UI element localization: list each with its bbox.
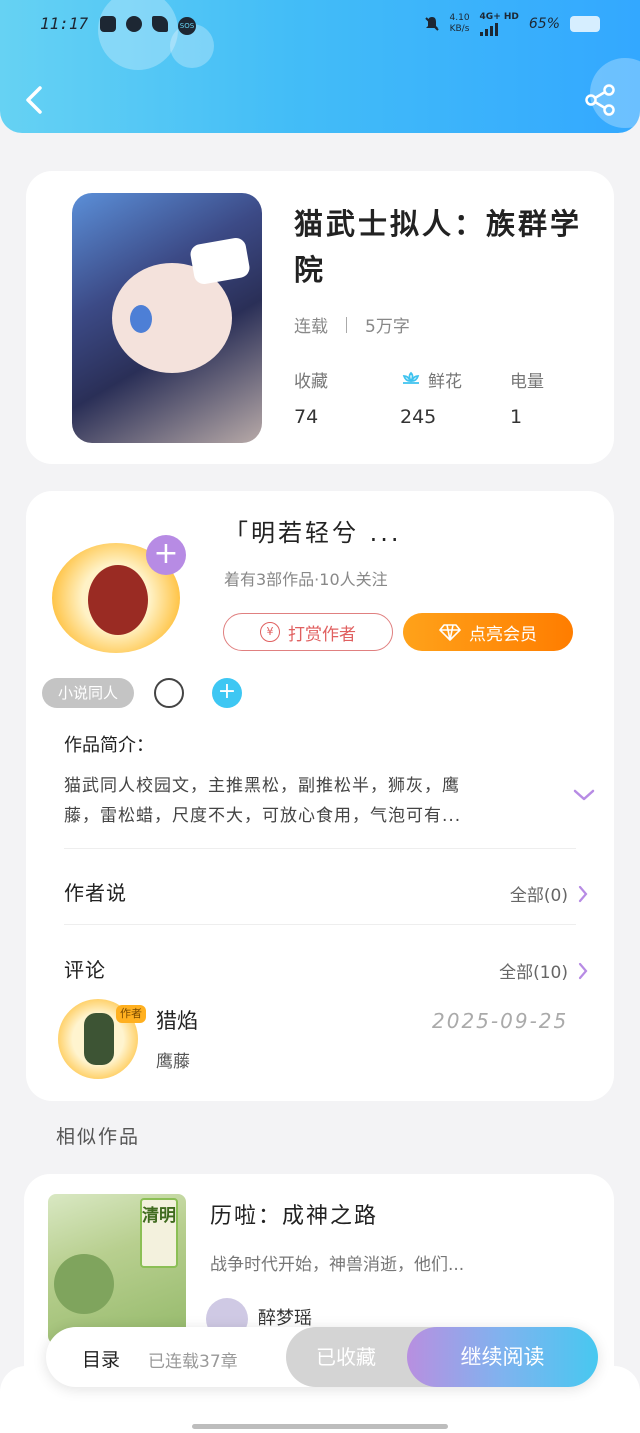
book-info-card: 猫武士拟人：族群学院 连载 5万字 收藏 74 鲜花 245 电量 1 xyxy=(26,171,614,464)
book-cover[interactable] xyxy=(72,193,262,443)
call-icon xyxy=(152,16,168,32)
app-icon xyxy=(126,16,142,32)
book-word-count: 5万字 xyxy=(365,317,410,337)
battery-icon xyxy=(570,16,600,32)
bottom-action-bar: 目录 已连载37章 已收藏 继续阅读 xyxy=(46,1327,598,1387)
expand-chevron-icon[interactable] xyxy=(572,787,596,803)
message-icon xyxy=(100,16,116,32)
intro-text: 猫武同人校园文，主推黑松，副推松半，狮灰，鹰 藤，雷松蜡，尺度不大，可放心食用，… xyxy=(64,771,544,831)
divider xyxy=(64,924,576,925)
mute-bell-icon xyxy=(424,17,439,31)
serial-progress: 已连载37章 xyxy=(148,1352,238,1372)
stat-label: 电量 xyxy=(510,372,544,392)
vip-button[interactable]: 点亮会员 xyxy=(403,613,573,651)
similar-work-desc: 战争时代开始，神兽消逝，他们... xyxy=(210,1255,465,1275)
tag-chip[interactable]: 小说同人 xyxy=(42,678,135,708)
book-stats: 收藏 74 鲜花 245 电量 1 xyxy=(294,367,584,437)
divider xyxy=(64,848,576,849)
net-speed-unit: KB/s xyxy=(449,24,470,34)
network-type: 4G+ HD xyxy=(479,12,519,36)
book-meta: 连载 5万字 xyxy=(294,312,410,337)
comment-date: 2025-09-25 xyxy=(432,1009,569,1033)
signal-icon xyxy=(479,22,519,36)
share-icon[interactable] xyxy=(582,82,618,118)
author-summary: 着有3部作品·10人关注 xyxy=(224,570,388,589)
book-title: 猫武士拟人：族群学院 xyxy=(294,207,583,287)
flower-icon xyxy=(402,371,420,384)
back-arrow-icon[interactable] xyxy=(20,80,50,120)
stat-label: 鲜花 xyxy=(428,372,462,392)
vip-label: 点亮会员 xyxy=(469,624,537,645)
intro-line: 猫武同人校园文，主推黑松，副推松半，狮灰，鹰 xyxy=(64,776,460,796)
stat-value: 245 xyxy=(400,406,437,428)
sos-icon: SOS xyxy=(178,17,196,35)
tag-row: 小说同人 + xyxy=(42,677,243,709)
yen-icon: ¥ xyxy=(260,622,280,642)
tip-author-label: 打赏作者 xyxy=(288,624,356,645)
stat-favorites: 收藏 74 xyxy=(294,367,328,428)
toc-button[interactable]: 目录 xyxy=(82,1345,120,1372)
tip-author-button[interactable]: ¥ 打赏作者 xyxy=(223,613,393,651)
intro-line: 藤，雷松蜡，尺度不大，可放心食用，气泡可有... xyxy=(64,806,462,826)
continue-reading-button[interactable]: 继续阅读 xyxy=(407,1327,598,1387)
comments-all-label: 全部(10) xyxy=(499,963,568,983)
cover-art-eye xyxy=(130,305,152,333)
stat-value: 1 xyxy=(510,406,523,428)
avatar-art xyxy=(84,1013,114,1065)
battery-percent: 65% xyxy=(528,16,560,32)
comment-text[interactable]: 鹰藤 xyxy=(156,1047,190,1072)
comments-all-link[interactable]: 全部(10) xyxy=(499,958,588,983)
add-tag-button[interactable]: + xyxy=(212,678,243,708)
net-speed-value: 4.10 xyxy=(449,13,470,23)
commenter-name[interactable]: 猎焰 xyxy=(156,1005,198,1035)
chevron-right-icon xyxy=(578,962,588,979)
intro-title: 作品简介： xyxy=(64,735,154,756)
similar-work-title: 历啦：成神之路 xyxy=(210,1204,379,1229)
meta-divider xyxy=(346,316,347,333)
cover-art xyxy=(54,1254,114,1314)
status-bar: 11:17 SOS 4.10 KB/s 4G+ HD 65% xyxy=(0,10,640,40)
author-says-title: 作者说 xyxy=(64,881,127,905)
book-status: 连载 xyxy=(294,317,328,337)
comments-title: 评论 xyxy=(64,958,106,982)
stat-label: 收藏 xyxy=(294,372,328,392)
similar-work-cover[interactable]: 清明 xyxy=(48,1194,186,1344)
author-name[interactable]: 「明若轻兮 ... xyxy=(224,513,402,548)
similar-works-label: 相似作品 xyxy=(56,1126,141,1148)
author-says-all-link[interactable]: 全部(0) xyxy=(510,881,588,906)
tag-empty-circle[interactable] xyxy=(154,678,185,708)
cover-art-bow xyxy=(188,236,252,286)
cover-title-banner: 清明 xyxy=(140,1198,178,1268)
follow-plus-icon[interactable]: + xyxy=(146,535,186,575)
diamond-icon xyxy=(439,624,461,641)
net-speed: 4.10 KB/s xyxy=(450,13,470,35)
stat-power: 电量 1 xyxy=(510,367,544,428)
home-indicator[interactable] xyxy=(192,1424,448,1429)
author-badge: 作者 xyxy=(116,1005,146,1023)
author-says-all-label: 全部(0) xyxy=(509,886,568,906)
commenter-avatar[interactable]: 作者 xyxy=(58,999,146,1079)
header: 11:17 SOS 4.10 KB/s 4G+ HD 65% xyxy=(0,0,640,133)
author-detail-card: + 「明若轻兮 ... 着有3部作品·10人关注 ¥ 打赏作者 点亮会员 小说同… xyxy=(26,491,614,1101)
network-label: 4G+ HD xyxy=(479,12,519,22)
stat-flowers[interactable]: 鲜花 245 xyxy=(400,367,462,428)
chevron-right-icon xyxy=(578,885,588,902)
stat-value: 74 xyxy=(294,406,319,428)
status-right: 4.10 KB/s 4G+ HD 65% xyxy=(424,12,600,36)
author-avatar[interactable]: + xyxy=(50,535,186,655)
avatar-art xyxy=(88,565,148,635)
status-time: 11:17 xyxy=(40,14,89,33)
